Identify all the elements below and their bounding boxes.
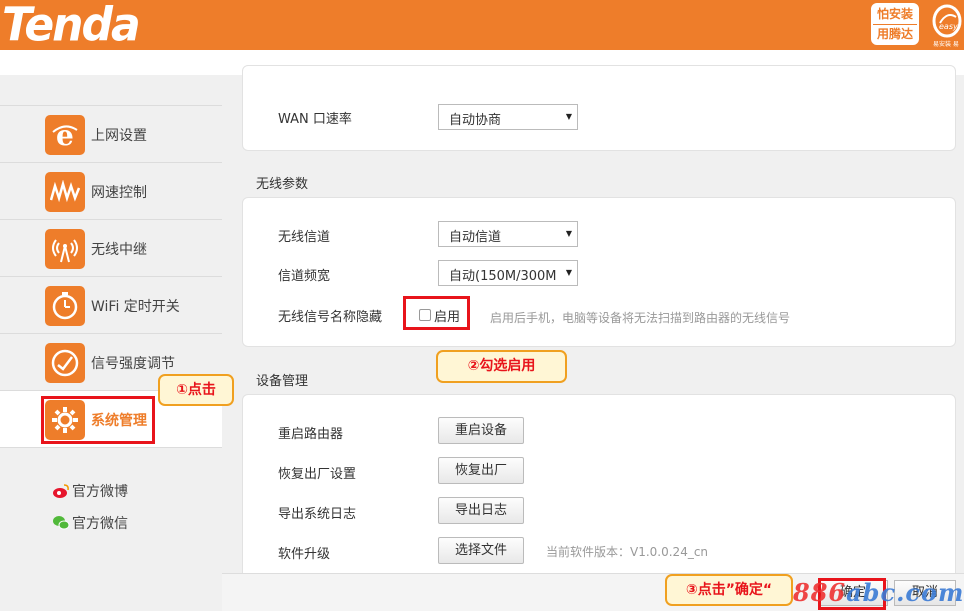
badge-line1: 怕安装	[873, 5, 917, 25]
easy-install-badge: 怕安装 用腾达	[871, 3, 919, 45]
callout-step1: ①点击	[158, 374, 234, 406]
sidebar-item-internet[interactable]: e 上网设置	[0, 105, 222, 162]
timer-icon	[45, 286, 85, 326]
wan-panel: WAN 口速率 自动协商	[242, 65, 956, 151]
highlight-system-menu	[41, 396, 155, 444]
sidebar: e 上网设置 网速控制 无线中继 WiFi 定时开关 信号强度调节 系统管理 官…	[0, 75, 222, 611]
wan-speed-label: WAN 口速率	[278, 112, 352, 127]
wireless-section-title: 无线参数	[256, 177, 309, 192]
wechat-link[interactable]: 官方微信	[52, 513, 128, 533]
wan-speed-select[interactable]: 自动协商	[438, 104, 578, 130]
wechat-icon	[52, 514, 70, 532]
badge-line2: 用腾达	[876, 27, 913, 41]
channel-label: 无线信道	[278, 230, 331, 245]
ssid-hide-label: 无线信号名称隐藏	[278, 310, 383, 325]
weibo-label: 官方微博	[72, 484, 128, 500]
sidebar-item-label: 信号强度调节	[91, 356, 175, 372]
wireless-panel: 无线信道 自动信道 信道频宽 自动(150M/300M 无线信号名称隐藏 启用 …	[242, 197, 956, 347]
watermark-red: 886	[793, 578, 847, 607]
tenda-logo[interactable]: Tenda	[2, 0, 141, 52]
site-watermark: 886abc.com	[793, 578, 964, 607]
wireless-relay-icon	[45, 229, 85, 269]
choose-file-button[interactable]: 选择文件	[438, 537, 524, 564]
sidebar-item-label: 上网设置	[91, 128, 147, 144]
watermark-blue: abc	[846, 578, 897, 607]
sidebar-item-label: WiFi 定时开关	[91, 299, 180, 315]
firmware-version-text: 当前软件版本：V1.0.0.24_cn	[546, 545, 709, 559]
firmware-upgrade-label: 软件升级	[278, 547, 331, 562]
sidebar-item-speed[interactable]: 网速控制	[0, 162, 222, 219]
ssid-hide-hint: 启用后手机，电脑等设备将无法扫描到路由器的无线信号	[490, 311, 791, 325]
easy-mark-text: easy	[939, 22, 958, 31]
reboot-button[interactable]: 重启设备	[438, 417, 524, 444]
easy-mark-subtitle: 易安装 易	[933, 41, 959, 48]
watermark-tail: .com	[896, 578, 964, 607]
factory-reset-button[interactable]: 恢复出厂	[438, 457, 524, 484]
device-section-title: 设备管理	[256, 374, 309, 389]
factory-reset-label: 恢复出厂设置	[278, 467, 357, 482]
e-internet-icon: e	[45, 115, 85, 155]
easy-logo-icon: easy 易安装 易	[930, 3, 964, 48]
reboot-label: 重启路由器	[278, 427, 344, 442]
export-log-button[interactable]: 导出日志	[438, 497, 524, 524]
sidebar-item-label: 无线中继	[91, 242, 147, 258]
callout-step3: ③点击”确定“	[665, 574, 793, 606]
weibo-link[interactable]: 官方微博	[52, 481, 128, 501]
sidebar-item-label: 网速控制	[91, 185, 147, 201]
signal-gauge-icon	[45, 343, 85, 383]
sidebar-item-relay[interactable]: 无线中继	[0, 219, 222, 276]
callout-step2: ②勾选启用	[436, 350, 567, 383]
speed-wave-icon	[45, 172, 85, 212]
highlight-enable-checkbox	[403, 296, 470, 330]
svg-text:e: e	[56, 120, 74, 150]
weibo-icon	[52, 482, 70, 500]
wechat-label: 官方微信	[72, 516, 128, 532]
header-bar: Tenda 怕安装 用腾达 easy 易安装 易	[0, 0, 964, 52]
sidebar-item-wifi-timer[interactable]: WiFi 定时开关	[0, 276, 222, 333]
bandwidth-label: 信道频宽	[278, 269, 331, 284]
main-content: WAN 口速率 自动协商 无线参数 无线信道 自动信道 信道频宽 自动(150M…	[222, 65, 964, 611]
bandwidth-select[interactable]: 自动(150M/300M	[438, 260, 578, 286]
export-log-label: 导出系统日志	[278, 507, 357, 522]
channel-select[interactable]: 自动信道	[438, 221, 578, 247]
